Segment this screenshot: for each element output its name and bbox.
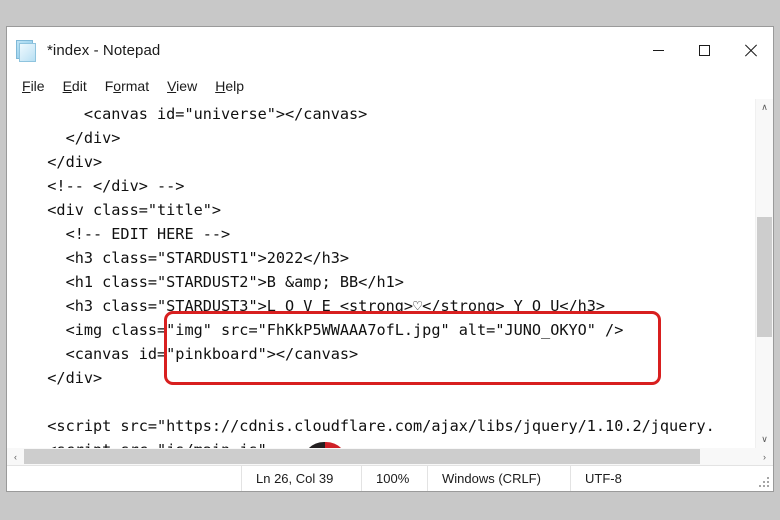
close-button[interactable] xyxy=(727,27,773,73)
horizontal-scrollbar-thumb[interactable] xyxy=(24,449,700,464)
code-line: <!-- EDIT HERE --> xyxy=(29,225,231,243)
maximize-icon xyxy=(698,44,710,56)
scroll-right-icon[interactable]: › xyxy=(756,448,773,465)
notepad-document-icon xyxy=(16,39,38,62)
vertical-scrollbar[interactable]: ∧ ∨ xyxy=(755,99,773,448)
code-line: <canvas id="pinkboard"></canvas> xyxy=(29,345,359,363)
code-line: <h1 class="STARDUST2">B &amp; BB</h1> xyxy=(29,273,404,291)
scroll-down-icon[interactable]: ∨ xyxy=(756,431,773,448)
resize-grip-icon[interactable] xyxy=(759,477,770,488)
code-line: <canvas id="universe"></canvas> xyxy=(29,105,368,123)
code-line: </div> xyxy=(29,129,121,147)
editor-area: <canvas id="universe"></canvas> </div> <… xyxy=(7,99,773,465)
screenshot-root: *index - Notepad File Edit Format View H… xyxy=(0,0,780,520)
status-cursor-position: Ln 26, Col 39 xyxy=(241,466,361,491)
text-editor[interactable]: <canvas id="universe"></canvas> </div> <… xyxy=(7,99,755,448)
status-zoom-level[interactable]: 100% xyxy=(361,466,427,491)
status-line-ending: Windows (CRLF) xyxy=(427,466,570,491)
window-title: *index - Notepad xyxy=(47,41,161,59)
menu-item-edit[interactable]: Edit xyxy=(54,76,96,96)
window-controls xyxy=(635,27,773,73)
watermark-logo: didongviet.vn xyxy=(296,438,576,448)
status-encoding: UTF-8 xyxy=(570,466,690,491)
status-bar-spacer xyxy=(7,466,241,491)
code-line: <!-- </div> --> xyxy=(29,177,185,195)
status-bar: Ln 26, Col 39 100% Windows (CRLF) UTF-8 xyxy=(7,465,773,491)
minimize-button[interactable] xyxy=(635,27,681,73)
menu-bar: File Edit Format View Help xyxy=(7,73,773,99)
menu-item-file[interactable]: File xyxy=(13,76,54,96)
close-icon xyxy=(744,44,757,57)
code-line: <div class="title"> xyxy=(29,201,222,219)
menu-item-format[interactable]: Format xyxy=(96,76,158,96)
code-line: </div> xyxy=(29,153,103,171)
minimize-icon xyxy=(652,49,664,51)
menu-item-view[interactable]: View xyxy=(158,76,206,96)
horizontal-scrollbar[interactable]: ‹ › xyxy=(7,448,773,465)
vertical-scrollbar-thumb[interactable] xyxy=(757,217,772,337)
menu-item-help[interactable]: Help xyxy=(206,76,253,96)
code-line: <h3 class="STARDUST1">2022</h3> xyxy=(29,249,350,267)
notepad-window: *index - Notepad File Edit Format View H… xyxy=(6,26,774,492)
code-line: <img class="img" src="FhKkP5WWAAA7ofL.jp… xyxy=(29,321,624,339)
code-line: <h3 class="STARDUST3">L O V E <strong>♡<… xyxy=(29,297,606,315)
code-line: <script src="https://cdnis.cloudflare.co… xyxy=(29,417,715,435)
code-line: </div> xyxy=(29,369,103,387)
scroll-up-icon[interactable]: ∧ xyxy=(756,99,773,116)
horizontal-scrollbar-track[interactable] xyxy=(24,448,756,465)
title-bar[interactable]: *index - Notepad xyxy=(7,27,773,73)
scroll-left-icon[interactable]: ‹ xyxy=(7,448,24,465)
maximize-button[interactable] xyxy=(681,27,727,73)
